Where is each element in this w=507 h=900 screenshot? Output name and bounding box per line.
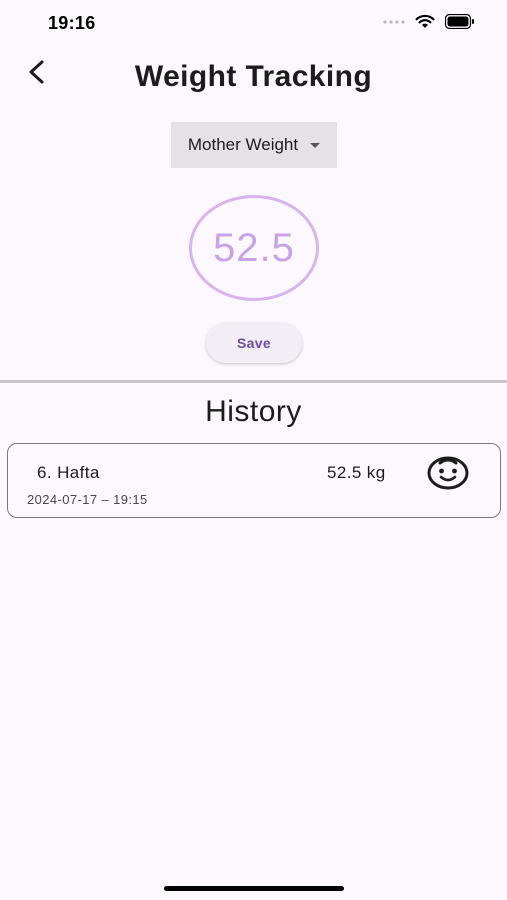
- wifi-icon: [415, 14, 435, 29]
- dropdown-arrow-icon: [310, 142, 321, 148]
- page-title: Weight Tracking: [134, 60, 373, 93]
- history-entry-weight: 52.5 kg: [327, 463, 386, 482]
- save-button[interactable]: Save: [206, 323, 302, 363]
- status-icons: [383, 14, 475, 29]
- history-entry-date: 2024-07-17 – 19:15: [27, 492, 148, 507]
- history-entry-week: 6. Hafta: [37, 463, 100, 482]
- baby-face-icon: [426, 455, 470, 491]
- home-indicator[interactable]: [164, 886, 344, 891]
- dropdown-selected-value: Mother Weight: [187, 135, 299, 154]
- weight-input-circle[interactable]: 52.5: [189, 195, 319, 301]
- battery-icon: [445, 14, 475, 29]
- divider: [0, 380, 507, 383]
- weight-value: 52.5: [213, 225, 295, 270]
- status-time: 19:16: [48, 13, 96, 33]
- weight-tracking-screen: 19:16 Weight Tracking Mother Weight 52.5…: [0, 0, 507, 900]
- history-entry-card[interactable]: 6. Hafta 52.5 kg 2024-07-17 – 19:15: [7, 443, 501, 518]
- weight-type-dropdown[interactable]: Mother Weight: [171, 122, 337, 168]
- signal-dots-icon: [383, 19, 405, 25]
- history-title: History: [205, 395, 302, 428]
- status-bar: 19:16: [0, 0, 507, 48]
